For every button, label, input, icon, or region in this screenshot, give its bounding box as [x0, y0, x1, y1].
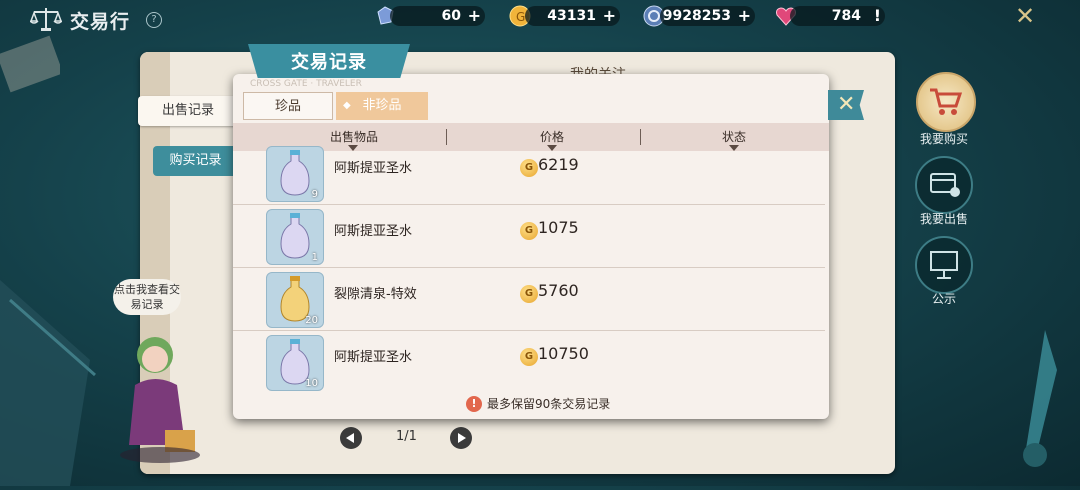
holy-water-bottle-icon: 10: [266, 335, 324, 391]
records-limit-notice: 最多保留90条交易记录: [487, 397, 611, 411]
buy-label[interactable]: 我要购买: [906, 130, 982, 147]
item-name: 阿斯提亚圣水: [334, 350, 413, 365]
notice-button[interactable]: [915, 236, 973, 294]
sell-button[interactable]: [915, 156, 973, 214]
golden-potion-bottle-icon: 20: [266, 272, 324, 328]
exclamation-icon: !: [873, 6, 881, 25]
row-divider: [233, 267, 825, 268]
npc-speech-bubble[interactable]: 点击我查看交易记录: [113, 279, 181, 315]
notice-label[interactable]: 公示: [906, 290, 982, 307]
gold-value: 43131: [547, 8, 596, 24]
plus-icon[interactable]: +: [603, 6, 616, 26]
svg-text:G: G: [516, 10, 525, 24]
item-price: 5760: [538, 281, 579, 300]
sword-decoration: [995, 330, 1075, 480]
shopping-cart-icon: [930, 88, 963, 115]
item-name: 阿斯提亚圣水: [334, 161, 413, 176]
next-page-button[interactable]: [450, 427, 472, 449]
tab-non-rare-label: 非珍品: [362, 98, 402, 113]
holy-water-bottle-icon: 9: [266, 146, 324, 202]
token-counter[interactable]: 9928253 +: [660, 6, 755, 26]
row-divider: [233, 204, 825, 205]
page-title: 交易行: [70, 11, 131, 33]
npc-character[interactable]: [115, 325, 210, 465]
item-name: 裂隙清泉-特效: [334, 287, 417, 302]
plus-icon[interactable]: +: [738, 6, 751, 26]
table-row[interactable]: 10 阿斯提亚圣水 G 10750: [233, 332, 829, 394]
close-icon[interactable]: ✕: [837, 92, 855, 117]
dialog-watermark: CROSS GATE · TRAVELER: [250, 79, 362, 89]
item-price: 6219: [538, 155, 579, 174]
item-price: 1075: [538, 218, 579, 237]
gold-coin-icon: G: [520, 222, 538, 240]
gold-coin-icon: G: [520, 348, 538, 366]
prev-page-button[interactable]: [340, 427, 362, 449]
holy-water-bottle-icon: 1: [266, 209, 324, 265]
sell-card-icon: [930, 173, 960, 197]
warning-icon: !: [466, 396, 482, 412]
item-name: 阿斯提亚圣水: [334, 224, 413, 239]
tab-sell-records[interactable]: 出售记录: [138, 96, 238, 126]
table-row[interactable]: 9 阿斯提亚圣水 G 6219: [233, 143, 829, 205]
decorative-frame: [0, 260, 110, 486]
tab-non-rare[interactable]: ◆ 非珍品: [336, 92, 428, 120]
gold-coin-icon: G: [520, 159, 538, 177]
row-divider: [233, 330, 825, 331]
tab-rare[interactable]: 珍品: [243, 92, 333, 120]
tab-buy-records[interactable]: 购买记录: [153, 146, 238, 176]
question-circle-icon[interactable]: ?: [146, 12, 162, 28]
crystal-value: 60: [441, 8, 461, 24]
table-row[interactable]: 20 裂隙清泉-特效 G 5760: [233, 269, 829, 331]
page-indicator: 1/1: [396, 429, 417, 444]
close-icon[interactable]: ✕: [1013, 4, 1037, 28]
item-quantity: 9: [311, 189, 318, 200]
table-row[interactable]: 1 阿斯提亚圣水 G 1075: [233, 206, 829, 268]
diamond-icon: ◆: [343, 100, 351, 111]
sell-label[interactable]: 我要出售: [906, 210, 982, 227]
crystal-counter[interactable]: 60 +: [390, 6, 485, 26]
gold-coin-icon: G: [520, 285, 538, 303]
item-quantity: 1: [311, 252, 318, 263]
heart-counter[interactable]: 784!: [790, 6, 885, 26]
plus-icon[interactable]: +: [468, 6, 481, 26]
dialog-title: 交易记录: [291, 52, 367, 73]
buy-button[interactable]: [916, 72, 976, 132]
notice-board-icon: [930, 251, 958, 279]
heart-value: 784: [831, 8, 861, 24]
item-quantity: 10: [305, 378, 318, 389]
stamp-decoration: [0, 0, 64, 100]
gold-counter[interactable]: 43131 +: [525, 6, 620, 26]
token-value: 9928253: [662, 8, 731, 24]
dialog-close-button[interactable]: ✕: [828, 90, 864, 120]
pagination: 1/1: [340, 427, 475, 451]
item-quantity: 20: [305, 315, 318, 326]
item-price: 10750: [538, 344, 589, 363]
